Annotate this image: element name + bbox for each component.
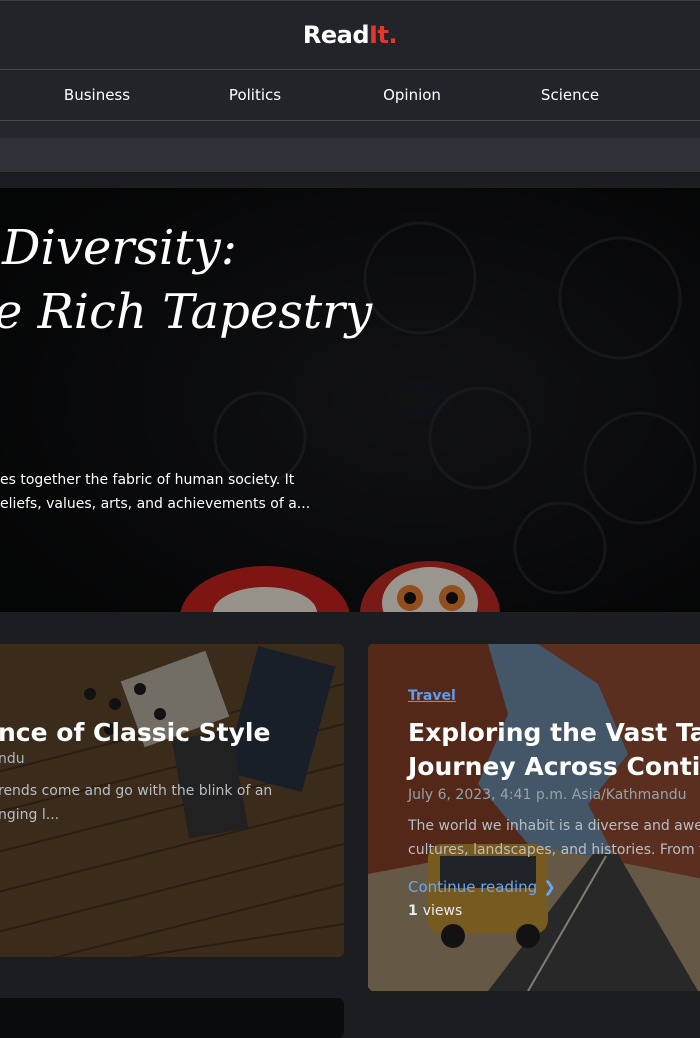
excerpt-line: eliefs, values, arts, and achievements o…	[0, 496, 311, 512]
site-header: ReadIt.	[0, 0, 700, 70]
post-card-next[interactable]	[0, 998, 344, 1038]
nav-item-politics[interactable]: Politics	[229, 86, 281, 104]
featured-title[interactable]: Diversity: e Rich Tapestry	[0, 216, 373, 344]
title-line: Exploring the Vast Tape	[408, 718, 700, 747]
site-logo[interactable]: ReadIt.	[0, 21, 700, 49]
continue-reading-link[interactable]: Continue reading ❯	[408, 878, 556, 896]
nav-item-opinion[interactable]: Opinion	[383, 86, 441, 104]
excerpt-line: The world we inhabit is a diverse and aw…	[408, 818, 700, 834]
featured-excerpt: es together the fabric of human society.…	[0, 468, 311, 516]
post-card-style[interactable]: nce of Classic Style ndu rends come and …	[0, 644, 344, 957]
view-count: 1 views	[408, 903, 462, 919]
excerpt-line: nging l...	[0, 807, 60, 823]
post-meta: ndu	[0, 751, 25, 767]
title-line: Journey Across Contine	[408, 752, 700, 781]
post-title[interactable]: nce of Classic Style	[0, 718, 270, 747]
logo-text: Read	[302, 21, 370, 49]
views-label: views	[422, 903, 463, 919]
post-title[interactable]: Exploring the Vast Tape Journey Across C…	[408, 716, 700, 784]
nav-item-science[interactable]: Science	[541, 86, 599, 104]
excerpt-line: cultures, landscapes, and histories. Fro…	[408, 842, 700, 858]
category-badge[interactable]: Travel	[408, 688, 456, 704]
search-band	[0, 138, 700, 172]
divider-band	[0, 121, 700, 138]
logo-accent: It.	[369, 21, 398, 49]
post-excerpt: The world we inhabit is a diverse and aw…	[408, 814, 700, 862]
featured-post[interactable]: Diversity: e Rich Tapestry es together t…	[0, 188, 700, 612]
post-excerpt: rends come and go with the blink of an n…	[0, 779, 272, 827]
views-number: 1	[408, 903, 418, 919]
post-meta: July 6, 2023, 4:41 p.m. Asia/Kathmandu	[408, 787, 687, 803]
featured-title-line: Diversity:	[2, 220, 237, 276]
featured-title-line: e Rich Tapestry	[0, 284, 373, 340]
excerpt-line: es together the fabric of human society.…	[0, 472, 295, 488]
nav-item-business[interactable]: Business	[64, 86, 130, 104]
main-nav: Business Politics Opinion Science	[0, 70, 700, 121]
excerpt-line: rends come and go with the blink of an	[0, 783, 273, 799]
post-card-travel[interactable]: Travel Exploring the Vast Tape Journey A…	[368, 644, 700, 991]
chevron-right-icon: ❯	[543, 878, 556, 896]
continue-reading-label: Continue reading	[408, 878, 538, 896]
